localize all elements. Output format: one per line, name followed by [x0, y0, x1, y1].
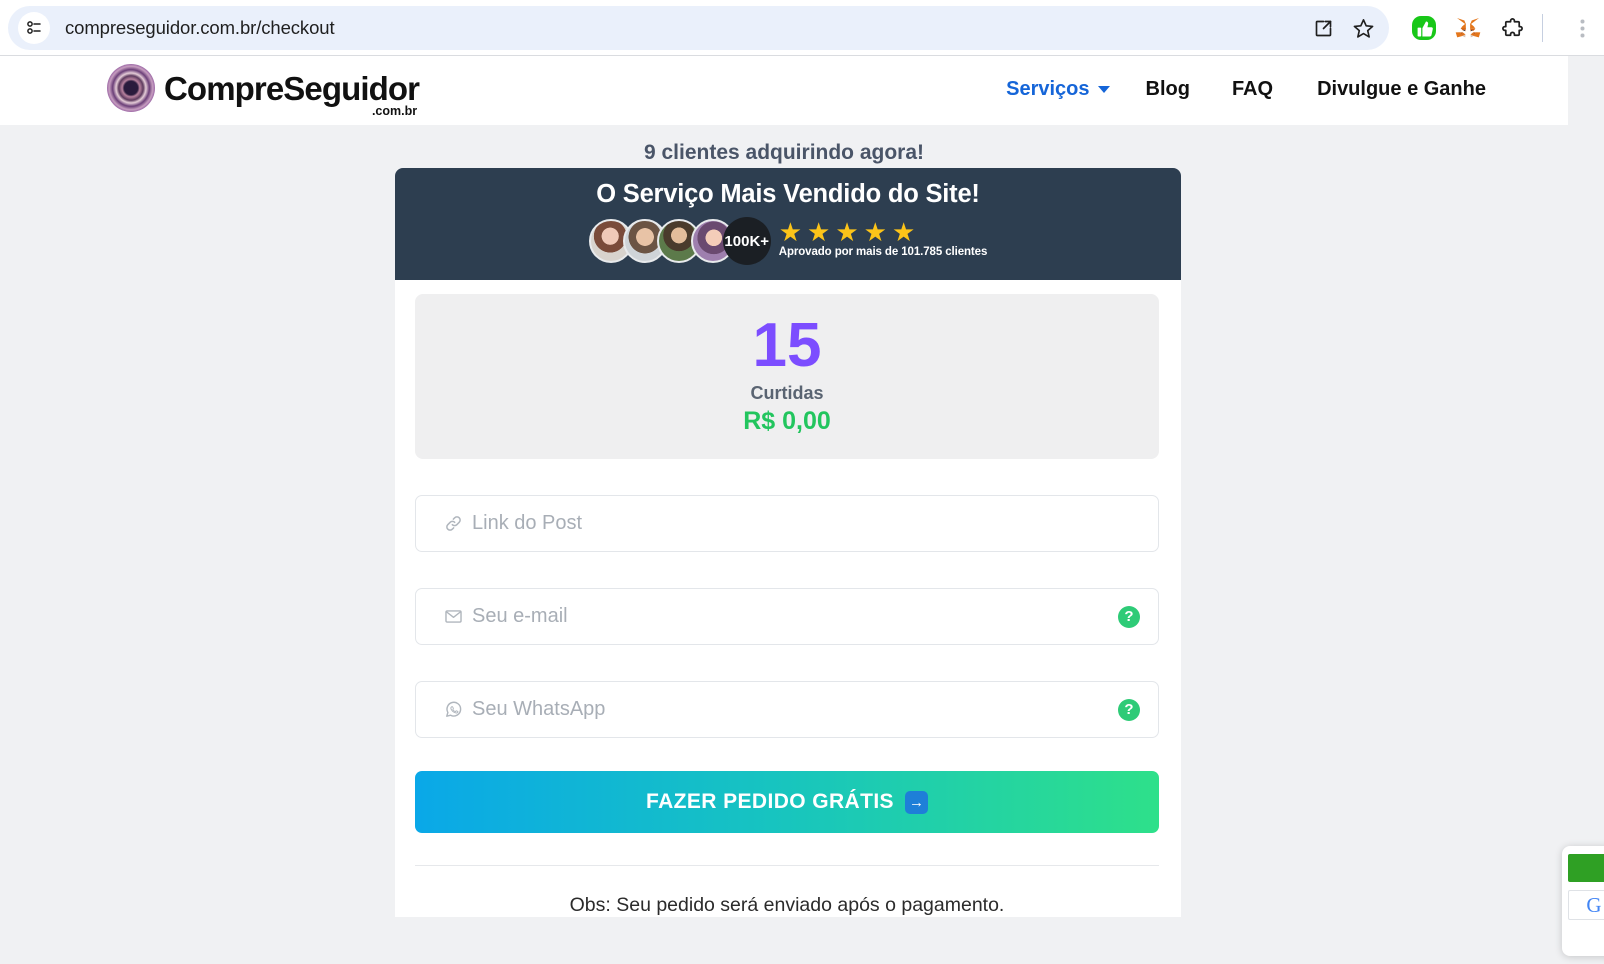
- chevron-down-icon: [1097, 86, 1110, 93]
- checkout-body: 15 Curtidas R$ 0,00 Link do Post Seu e-m…: [395, 280, 1181, 917]
- google-logo-icon: G: [1568, 890, 1604, 920]
- order-price: R$ 0,00: [743, 407, 831, 436]
- logo-tld: .com.br: [371, 103, 418, 118]
- main-navigation: Serviços Blog FAQ Divulgue e Ganhe: [1006, 78, 1486, 101]
- star-icon: ★: [863, 217, 887, 247]
- whatsapp-icon: [444, 700, 463, 719]
- logo-wordmark: CompreSeguidor .com.br: [164, 69, 420, 118]
- approved-clients-text: Aprovado por mais de 101.785 clientes: [778, 246, 988, 258]
- order-note: Obs: Seu pedido será enviado após o paga…: [569, 894, 1005, 916]
- logo-text: CompreSeguidor: [164, 69, 420, 107]
- bookmark-star-icon[interactable]: [1343, 8, 1383, 48]
- nav-item-faq[interactable]: FAQ: [1232, 78, 1273, 101]
- star-icon: ★: [891, 217, 916, 247]
- page-viewport: ❤ CompreSeguidor .com.br Serviços Blog F…: [0, 56, 1604, 964]
- chrome-menu-icon[interactable]: [1562, 8, 1602, 48]
- rating-block: ★ ★ ★ ★ ★ Aprovado por mais de 101.785 c…: [779, 217, 988, 258]
- star-icon: ★: [835, 217, 859, 247]
- checkout-card: O Serviço Mais Vendido do Site! 100K+ ★ …: [395, 168, 1181, 964]
- star-rating: ★ ★ ★ ★ ★: [779, 219, 988, 245]
- extensions-puzzle-icon[interactable]: [1492, 8, 1532, 48]
- order-unit-label: Curtidas: [750, 383, 824, 404]
- browser-toolbar: compreseguidor.com.br/checkout: [0, 0, 1604, 56]
- review-widget-green-bar: [1568, 854, 1604, 882]
- social-proof-row: 100K+ ★ ★ ★ ★ ★ Aprovado por mais de 101…: [395, 217, 1181, 265]
- site-header: ❤ CompreSeguidor .com.br Serviços Blog F…: [0, 56, 1568, 125]
- envelope-icon: [444, 607, 463, 626]
- submit-order-button[interactable]: FAZER PEDIDO GRÁTIS →: [415, 771, 1159, 833]
- email-field[interactable]: Seu e-mail ?: [415, 588, 1159, 645]
- nav-item-divulgue-e-ganhe[interactable]: Divulgue e Ganhe: [1317, 78, 1486, 101]
- email-help-icon[interactable]: ?: [1118, 605, 1140, 628]
- order-summary-panel: 15 Curtidas R$ 0,00: [415, 294, 1159, 459]
- extension-green-thumbsup-icon[interactable]: [1404, 8, 1444, 48]
- site-logo[interactable]: ❤ CompreSeguidor .com.br: [107, 64, 420, 118]
- whatsapp-help-icon[interactable]: ?: [1118, 698, 1140, 721]
- nav-item-servicos[interactable]: Serviços: [1006, 78, 1110, 101]
- heart-glyph: ❤: [123, 79, 139, 99]
- address-bar[interactable]: compreseguidor.com.br/checkout: [8, 6, 1389, 50]
- nav-item-blog[interactable]: Blog: [1146, 78, 1190, 101]
- toolbar-divider: [1542, 14, 1543, 42]
- order-quantity: 15: [752, 310, 822, 380]
- best-seller-banner: O Serviço Mais Vendido do Site! 100K+ ★ …: [395, 168, 1181, 280]
- whatsapp-placeholder: Seu WhatsApp: [472, 698, 606, 720]
- post-link-field[interactable]: Link do Post: [415, 495, 1159, 552]
- star-icon: ★: [807, 217, 831, 247]
- email-placeholder: Seu e-mail: [472, 605, 568, 627]
- card-divider: [415, 865, 1159, 866]
- submit-button-label: FAZER PEDIDO GRÁTIS: [646, 790, 894, 813]
- star-icon: ★: [778, 217, 803, 247]
- url-text: compreseguidor.com.br/checkout: [65, 17, 335, 38]
- heart-circle-icon: ❤: [107, 64, 155, 112]
- avatar-count-badge: 100K+: [722, 217, 771, 265]
- share-icon[interactable]: [1303, 8, 1343, 48]
- nav-label-servicos: Serviços: [1006, 78, 1090, 100]
- site-settings-icon[interactable]: [18, 12, 50, 44]
- link-icon: [444, 514, 463, 533]
- post-link-placeholder: Link do Post: [472, 512, 583, 534]
- review-widget[interactable]: G: [1562, 846, 1604, 956]
- whatsapp-field[interactable]: Seu WhatsApp ?: [415, 681, 1159, 738]
- arrow-right-icon: →: [904, 790, 928, 814]
- banner-title: O Serviço Mais Vendido do Site!: [596, 180, 980, 208]
- avatar-group: 100K+: [588, 217, 771, 265]
- metamask-fox-icon[interactable]: [1448, 8, 1488, 48]
